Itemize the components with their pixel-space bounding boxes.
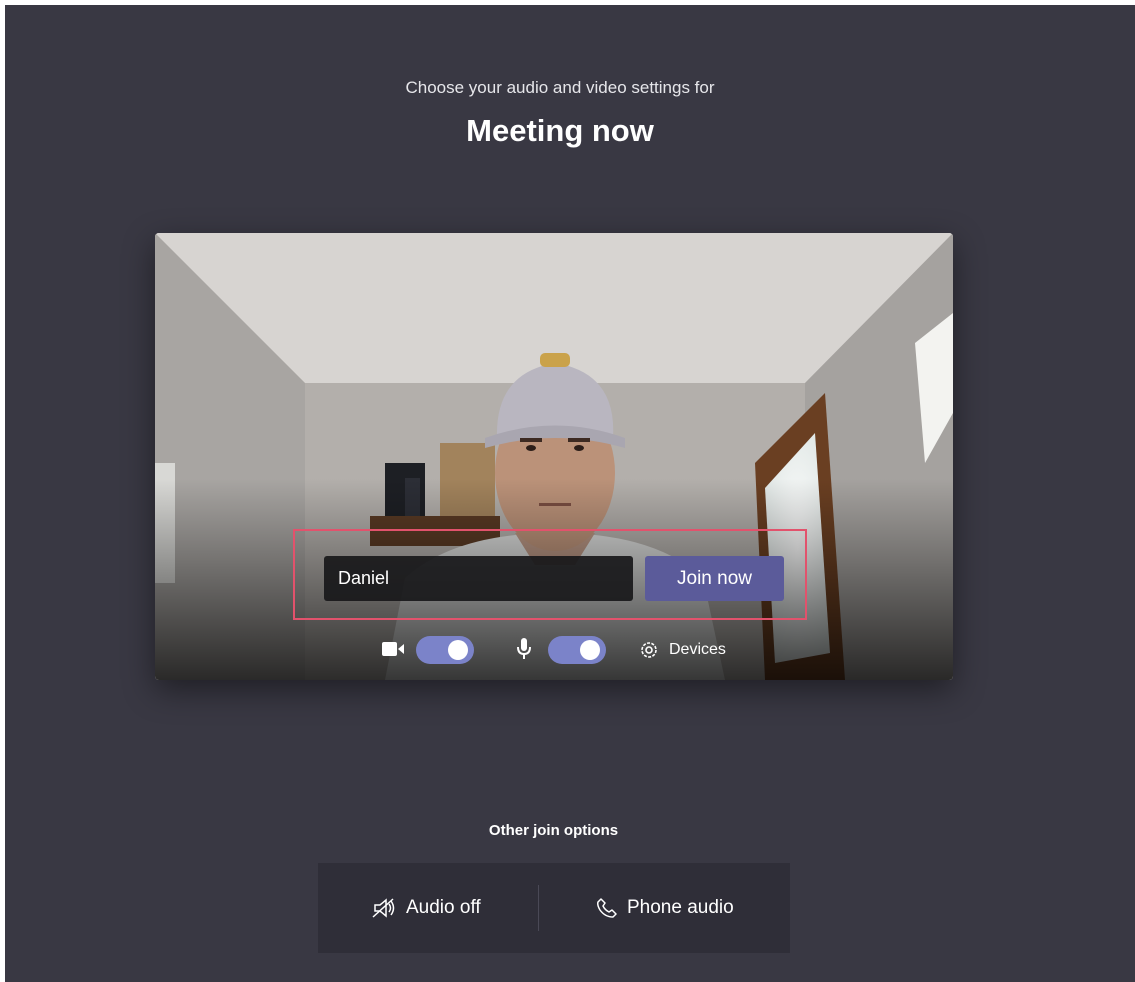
options-divider	[538, 885, 539, 931]
audio-toggle-knob	[580, 640, 600, 660]
gear-icon	[641, 642, 657, 658]
speaker-muted-icon	[372, 898, 395, 918]
preview-controls: Devices	[155, 635, 953, 664]
join-now-button[interactable]: Join now	[645, 556, 784, 601]
audio-off-option[interactable]: Audio off	[372, 863, 481, 953]
video-toggle[interactable]	[416, 636, 474, 664]
video-preview: Join now Devices	[155, 233, 953, 680]
video-camera-icon	[382, 642, 404, 656]
name-input[interactable]	[324, 556, 633, 601]
prejoin-screen: Choose your audio and video settings for…	[5, 5, 1135, 982]
devices-button[interactable]: Devices	[638, 637, 726, 663]
devices-label: Devices	[669, 641, 726, 658]
audio-off-label: Audio off	[406, 897, 481, 918]
microphone-icon	[517, 638, 531, 659]
audio-toggle[interactable]	[548, 636, 606, 664]
video-toggle-knob	[448, 640, 468, 660]
phone-audio-label: Phone audio	[627, 897, 734, 918]
phone-audio-option[interactable]: Phone audio	[597, 863, 734, 953]
page-subtitle: Choose your audio and video settings for	[405, 78, 715, 97]
other-join-options-panel: Audio off Phone audio	[318, 863, 790, 953]
phone-icon	[597, 898, 617, 918]
page-title: Meeting now	[466, 113, 654, 148]
other-join-options-label: Other join options	[488, 822, 619, 839]
